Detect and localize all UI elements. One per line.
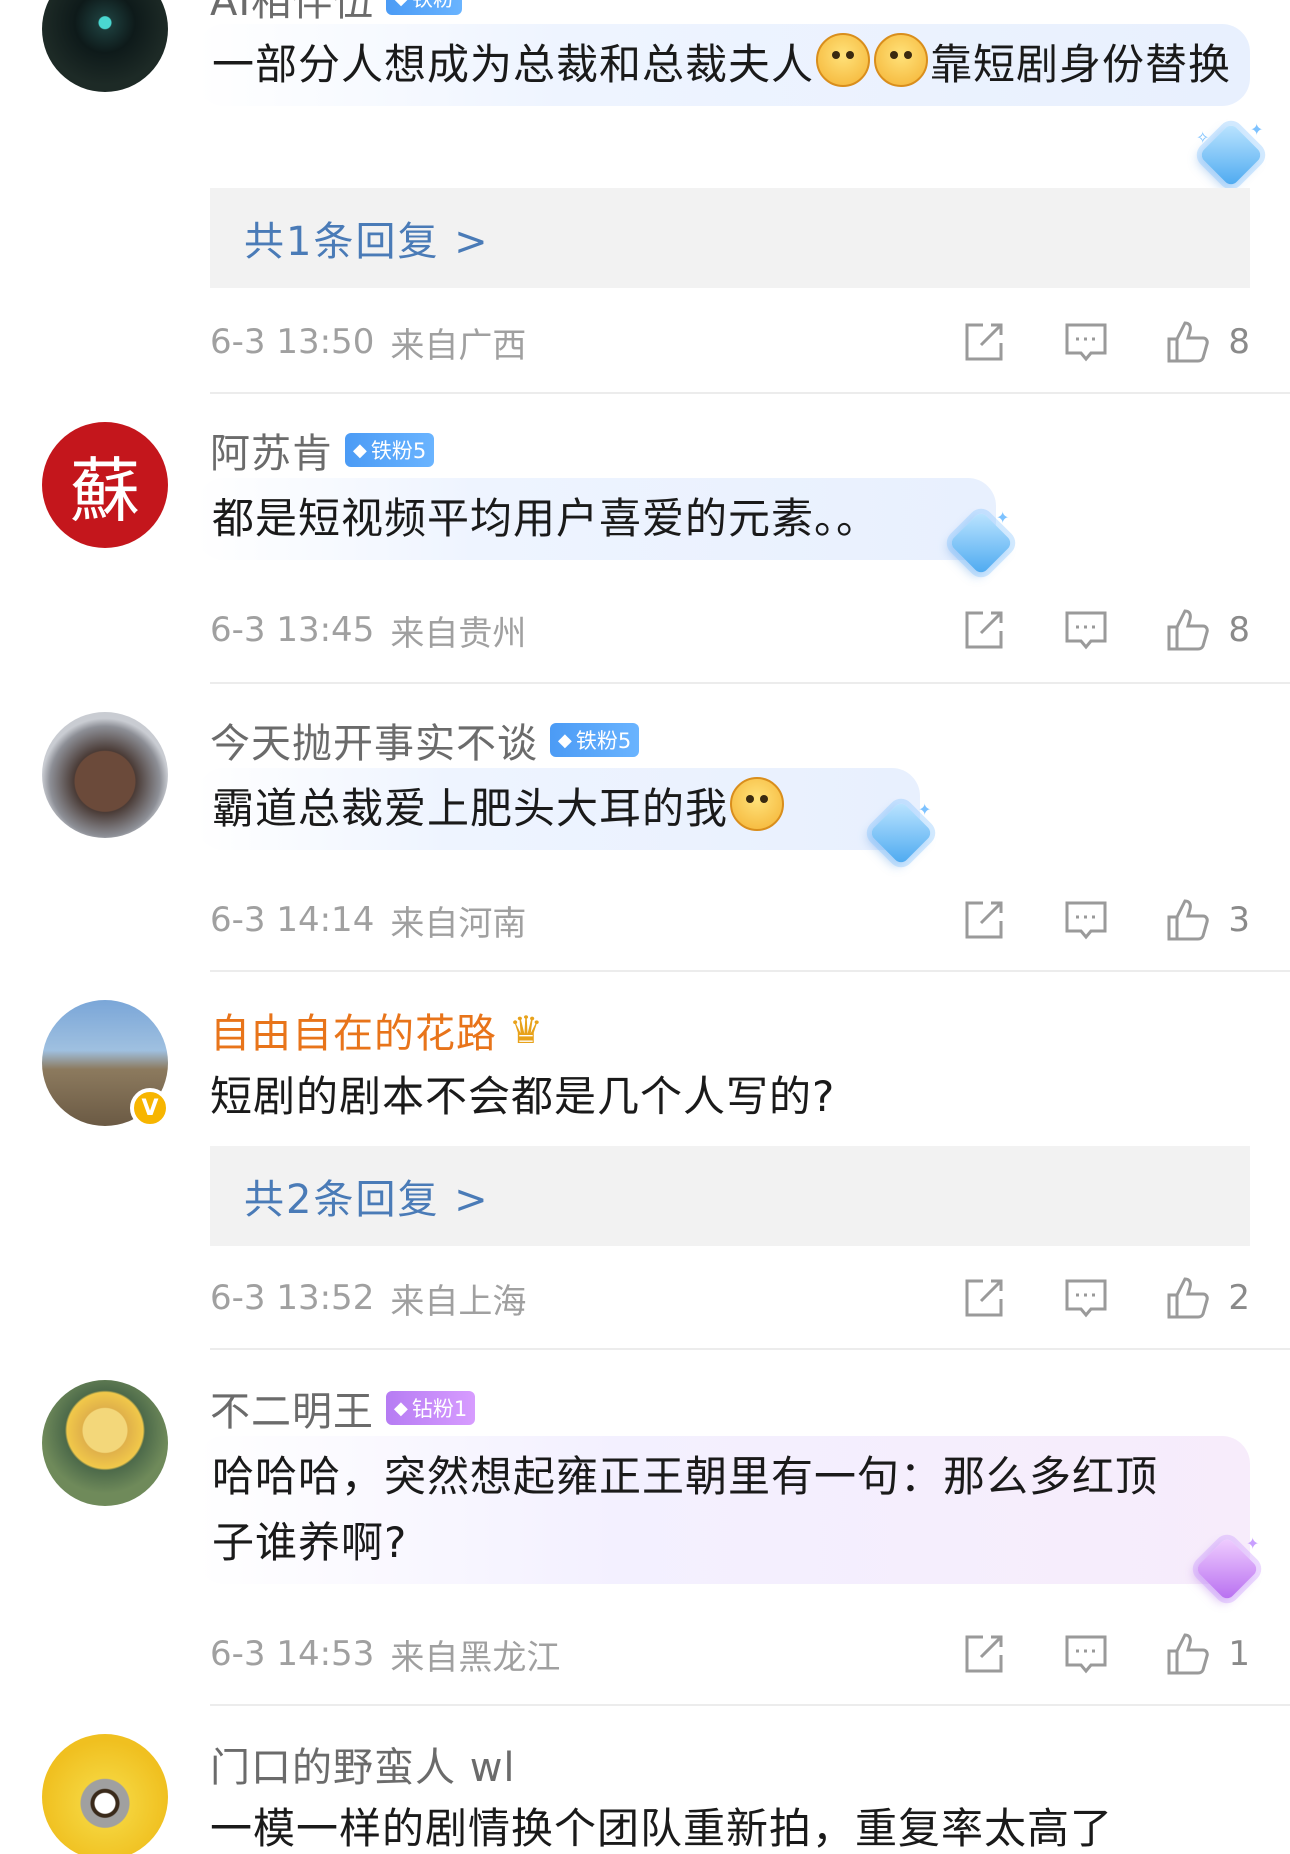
like-button[interactable] [1156, 892, 1220, 948]
fan-badge: ◆ 铁粉5 [345, 433, 435, 467]
comment-button[interactable] [1054, 314, 1118, 370]
repost-button[interactable] [952, 892, 1016, 948]
like-count: 8 [1228, 322, 1250, 362]
like-count: 3 [1228, 900, 1250, 940]
sparkle-icon: ✦ [1250, 120, 1264, 139]
divider [210, 1348, 1290, 1350]
comment-icon [1065, 323, 1107, 362]
view-replies-link[interactable]: 共2条回复 > [244, 1167, 490, 1225]
sparkle-icon: ✦ [1246, 1534, 1260, 1553]
like-button[interactable] [1156, 314, 1220, 370]
avatar[interactable]: 蘇 [42, 422, 168, 548]
divider [210, 392, 1290, 394]
comment-location: 来自广西 [390, 325, 527, 366]
sparkle-icon: ✦ [996, 508, 1010, 527]
comment-text: 都是短视频平均用户喜爱的元素。。 [196, 478, 996, 560]
thumbs-up-icon [1167, 321, 1210, 363]
comment-time: 6-3 13:50 [210, 322, 375, 362]
like-count: 1 [1228, 1634, 1250, 1674]
repost-icon [965, 901, 1003, 939]
repost-icon [965, 611, 1003, 649]
username[interactable]: 门口的野蛮人 wl [210, 1735, 516, 1793]
repost-button[interactable] [952, 1626, 1016, 1682]
doge-emoji-icon [816, 33, 871, 87]
comment-icon [1065, 1279, 1107, 1318]
divider [210, 1704, 1290, 1706]
repost-button[interactable] [952, 1270, 1016, 1326]
like-button[interactable] [1156, 602, 1220, 658]
like-button[interactable] [1156, 1270, 1220, 1326]
thumbs-up-icon [1167, 1633, 1210, 1675]
avatar[interactable] [42, 1380, 168, 1506]
comment-time: 6-3 13:52 [210, 1278, 375, 1318]
divider [210, 682, 1290, 684]
like-button[interactable] [1156, 1626, 1220, 1682]
comment-location: 来自河南 [390, 903, 527, 944]
comment-button[interactable] [1054, 602, 1118, 658]
comment-icon [1065, 611, 1107, 650]
comment-location: 来自黑龙江 [390, 1637, 561, 1678]
repost-button[interactable] [952, 314, 1016, 370]
fan-badge: ◆铁粉 [386, 0, 463, 15]
divider [210, 970, 1290, 972]
repost-button[interactable] [952, 602, 1016, 658]
comment-text: 哈哈哈，突然想起雍正王朝里有一句：那么多红顶 子谁养啊? [196, 1436, 1250, 1584]
thumbs-up-icon [1167, 609, 1210, 651]
like-count: 8 [1228, 610, 1250, 650]
comment-text: 霸道总裁爱上肥头大耳的我 [196, 768, 920, 850]
fan-badge: ◆ 钻粉1 [386, 1391, 476, 1425]
view-replies-link[interactable]: 共1条回复 > [244, 209, 490, 267]
doge-emoji-icon [874, 33, 929, 87]
like-count: 2 [1228, 1278, 1250, 1318]
shocked-emoji-icon [730, 777, 785, 831]
comment-time: 6-3 14:14 [210, 900, 375, 940]
reply-summary[interactable]: 共2条回复 > [210, 1146, 1250, 1246]
comment-time: 6-3 14:53 [210, 1634, 375, 1674]
repost-icon [965, 1279, 1003, 1317]
comment-location: 来自上海 [390, 1281, 527, 1322]
fan-badge: ◆ 铁粉5 [550, 723, 640, 757]
comment-location: 来自贵州 [390, 613, 527, 654]
comment-icon [1065, 1635, 1107, 1674]
comment-text: 一模一样的剧情换个团队重新拍，重复率太高了 [210, 1804, 1114, 1853]
comment-button[interactable] [1054, 1270, 1118, 1326]
thumbs-up-icon [1167, 1277, 1210, 1319]
sparkle-icon: ✦ [918, 800, 932, 819]
verified-icon: V [130, 1088, 170, 1128]
diamond-gem-icon: ◆ [394, 0, 408, 9]
avatar[interactable] [42, 0, 168, 92]
avatar[interactable] [42, 1734, 168, 1854]
diamond-gem-icon: ◆ [353, 439, 367, 461]
comment-button[interactable] [1054, 1626, 1118, 1682]
username[interactable]: 不二明王 [210, 1379, 374, 1437]
username[interactable]: AI相伴伍 [210, 0, 374, 27]
username[interactable]: 阿苏肯 [210, 421, 333, 479]
repost-icon [965, 323, 1003, 361]
comment-time: 6-3 13:45 [210, 610, 375, 650]
repost-icon [965, 1635, 1003, 1673]
comment-icon [1065, 901, 1107, 940]
username[interactable]: 自由自在的花路 [210, 1001, 497, 1059]
comment-text: 一部分人想成为总裁和总裁夫人 靠短剧身份替换 [196, 24, 1250, 106]
crown-icon: ♛ [509, 1008, 544, 1052]
thumbs-up-icon [1167, 899, 1210, 941]
comment-button[interactable] [1054, 892, 1118, 948]
sparkle-icon: ✧ [1196, 128, 1210, 147]
reply-summary[interactable]: 共1条回复 > [210, 188, 1250, 288]
comment-text: 短剧的剧本不会都是几个人写的? [210, 1072, 836, 1121]
seal-logo: 蘇 [70, 449, 140, 532]
diamond-gem-icon: ◆ [394, 1397, 408, 1419]
username[interactable]: 今天抛开事实不谈 [210, 711, 538, 769]
diamond-gem-icon: ◆ [558, 729, 572, 751]
avatar[interactable] [42, 712, 168, 838]
